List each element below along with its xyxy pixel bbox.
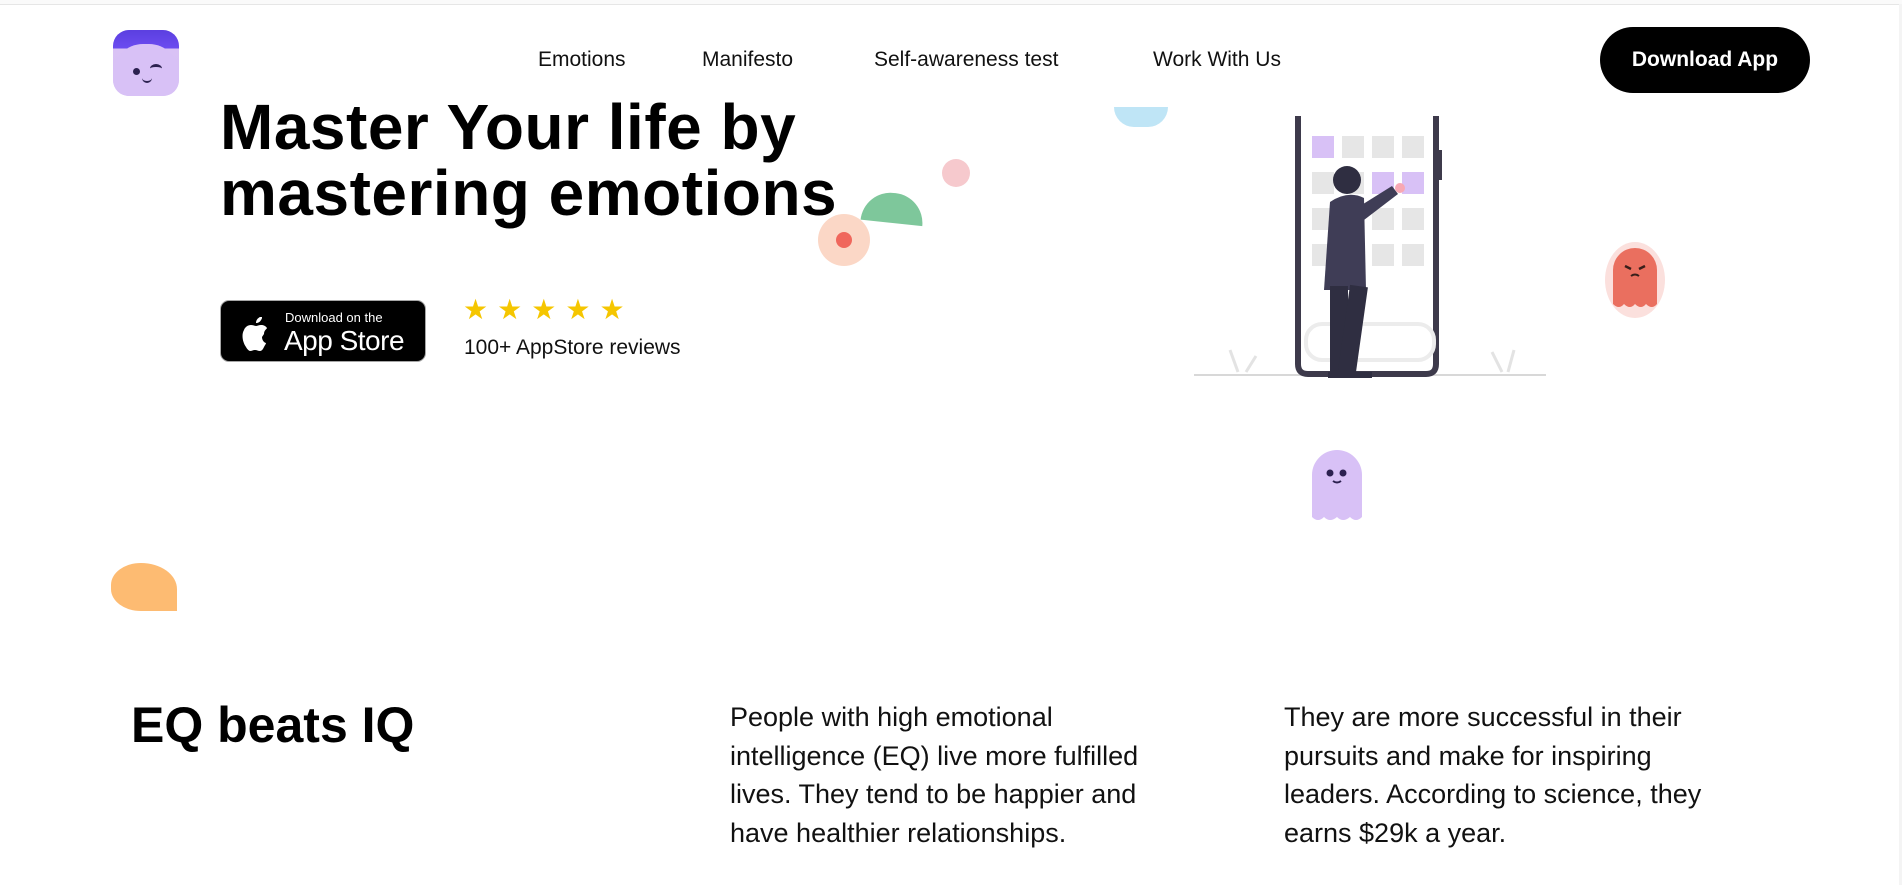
eq-paragraph-2: They are more successful in their pursui…: [1284, 702, 1702, 848]
hero-title-line-1: Master Your life by: [220, 91, 797, 163]
decor-peach-core: [836, 232, 852, 248]
star-icon: ★: [531, 294, 557, 325]
eq-paragraph-1: People with high emotional intelligence …: [730, 702, 1139, 848]
star-icon: ★: [497, 294, 523, 325]
logo-wink-icon: [150, 64, 162, 73]
app-store-big-label: App Store: [284, 325, 405, 356]
app-store-badge[interactable]: Download on the App Store: [220, 300, 426, 362]
purple-ghost-icon: [1312, 450, 1362, 520]
nav-item-manifesto[interactable]: Manifesto: [702, 48, 793, 72]
nav-item-work-with-us[interactable]: Work With Us: [1153, 48, 1281, 72]
hero-title: Master Your life by mastering emotions: [220, 94, 940, 226]
star-icon: ★: [463, 294, 489, 325]
star-icon: ★: [599, 294, 625, 325]
logo-eye-icon: [133, 68, 140, 75]
nav-item-emotions[interactable]: Emotions: [538, 48, 626, 72]
rating-stars: ★ ★ ★ ★ ★: [463, 296, 625, 324]
nav-item-self-awareness-test[interactable]: Self-awareness test: [874, 48, 1058, 72]
browser-top-edge: [0, 0, 1902, 5]
decor-pink-dot: [942, 159, 970, 187]
brand-logo[interactable]: [113, 30, 179, 96]
decor-cloud: [1114, 107, 1168, 127]
apple-icon: [242, 317, 267, 351]
red-ghost-icon: [1605, 242, 1665, 318]
app-store-small-label: Download on the: [285, 310, 383, 325]
eq-heading: EQ beats IQ: [131, 697, 415, 753]
download-app-button[interactable]: Download App: [1600, 27, 1810, 93]
logo-ghost-face: [113, 44, 179, 96]
reviews-count: 100+ AppStore reviews: [464, 336, 681, 359]
star-icon: ★: [565, 294, 591, 325]
person-phone-illustration: [1194, 116, 1546, 378]
decor-orange-blob: [111, 563, 177, 611]
